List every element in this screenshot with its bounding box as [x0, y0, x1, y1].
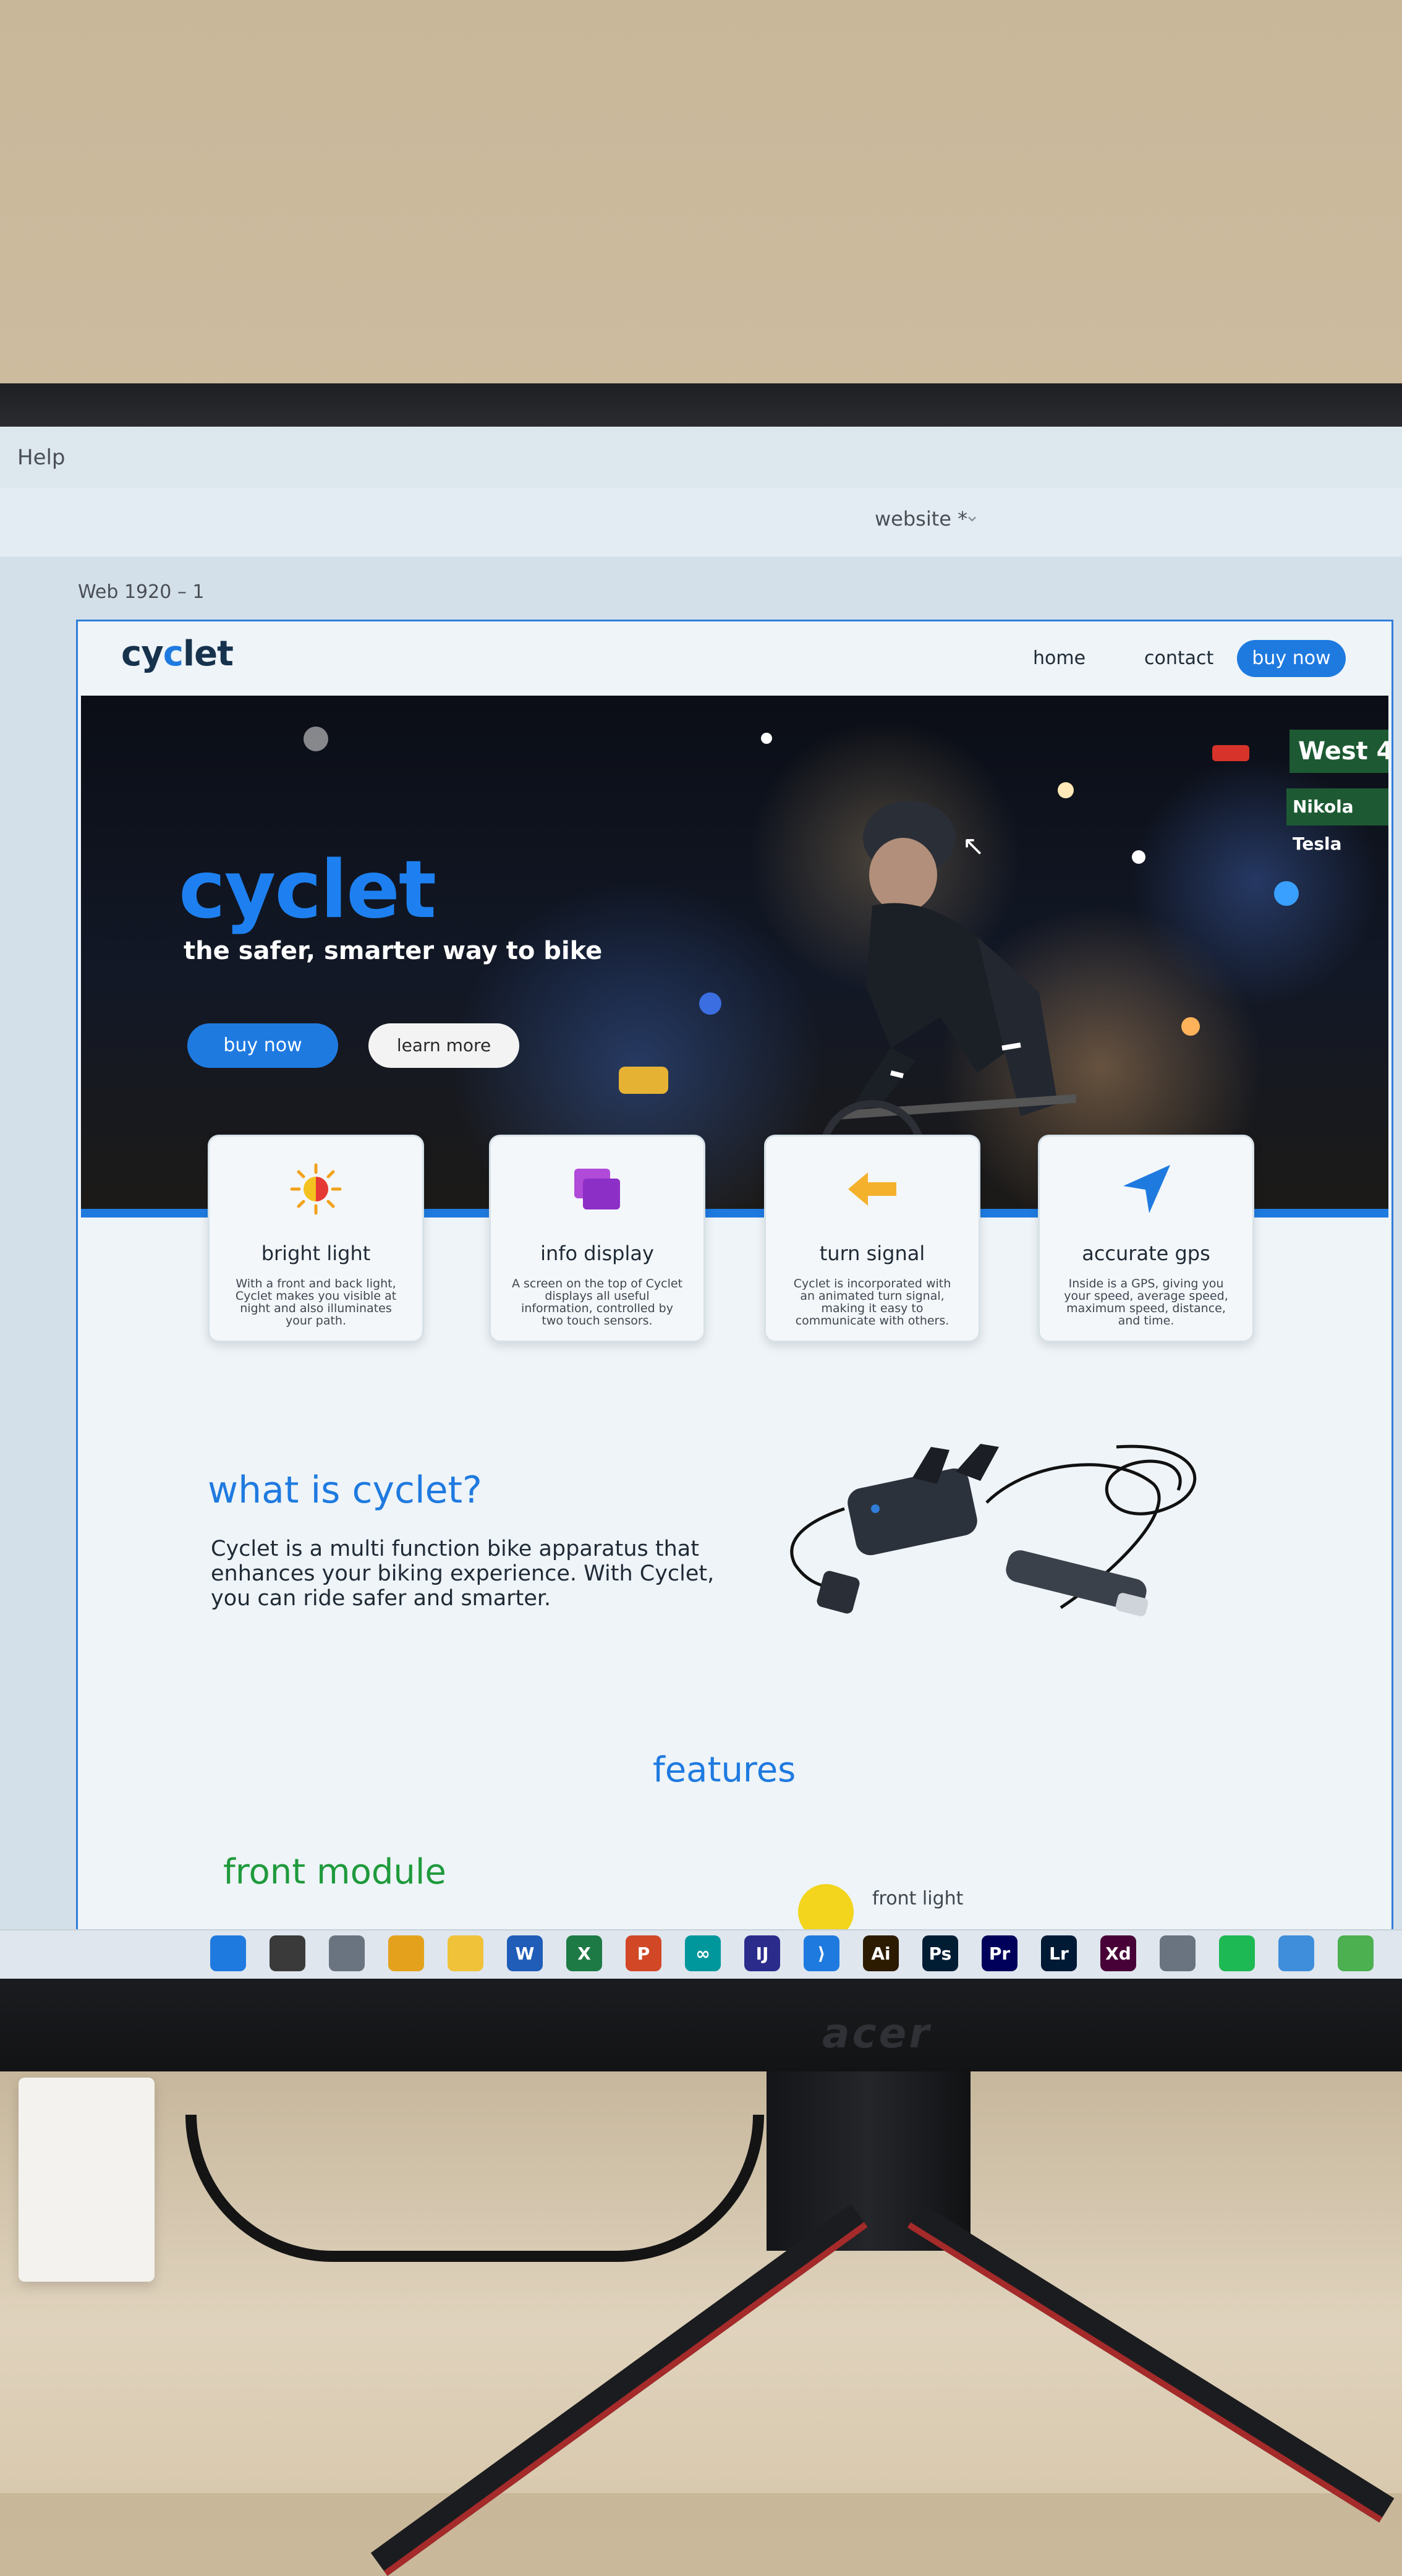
- power-strip: [19, 2078, 155, 2282]
- artboard-web[interactable]: cyclet home contact buy now West 4 Nikol…: [76, 620, 1393, 1929]
- artboard-label[interactable]: Web 1920 – 1: [78, 581, 204, 603]
- feature-title: info display: [540, 1242, 654, 1265]
- spotify-icon[interactable]: [1219, 1935, 1255, 1971]
- photoshop-icon[interactable]: Ps: [922, 1935, 958, 1971]
- hero-light-bokeh: [1274, 881, 1299, 906]
- intellij-icon[interactable]: IJ: [744, 1935, 780, 1971]
- arduino-ide-icon[interactable]: [1160, 1935, 1196, 1971]
- menu-item-help[interactable]: Help: [17, 445, 66, 470]
- notepad-icon[interactable]: [1278, 1935, 1314, 1971]
- cable: [185, 2115, 764, 2262]
- hero-red-sign: [1212, 745, 1249, 761]
- street-sign-secondary: Nikola Tesla: [1286, 788, 1388, 854]
- feature-description: With a front and back light, Cyclet make…: [235, 1277, 397, 1328]
- what-is-cyclet-body: Cyclet is a multi function bike apparatu…: [211, 1537, 715, 1611]
- feature-card-turn-signal[interactable]: turn signal Cyclet is incorporated with …: [764, 1135, 980, 1342]
- feature-title: bright light: [261, 1242, 371, 1265]
- chrome-icon[interactable]: [388, 1935, 424, 1971]
- front-light-icon: [798, 1884, 854, 1929]
- feature-card-bright-light[interactable]: bright light With a front and back light…: [208, 1135, 424, 1342]
- navigation-icon: [1040, 1161, 1252, 1217]
- nav-buy-now-button[interactable]: buy now: [1237, 640, 1346, 677]
- image-viewer-icon[interactable]: [1338, 1935, 1374, 1971]
- feature-description: Cyclet is incorporated with an animated …: [793, 1277, 951, 1328]
- nav-contact-link[interactable]: contact: [1144, 647, 1213, 669]
- menu-bar: Help: [0, 427, 1402, 488]
- hero-light-bokeh: [304, 727, 328, 751]
- hero-taxi: [619, 1067, 668, 1094]
- arrow-left-icon: [766, 1161, 979, 1217]
- features-heading: features: [653, 1750, 796, 1790]
- xd-icon[interactable]: Xd: [1100, 1935, 1136, 1971]
- windows-start-icon[interactable]: [210, 1935, 246, 1971]
- premiere-icon[interactable]: Pr: [982, 1935, 1018, 1971]
- hero-light-bokeh: [1181, 1017, 1200, 1036]
- cyclet-device-image: [790, 1444, 1197, 1616]
- nav-home-link[interactable]: home: [1033, 647, 1085, 669]
- hero-buy-now-button[interactable]: buy now: [187, 1023, 338, 1068]
- word-icon[interactable]: W: [507, 1935, 543, 1971]
- hero-learn-more-button[interactable]: learn more: [368, 1023, 519, 1068]
- lightroom-icon[interactable]: Lr: [1041, 1935, 1077, 1971]
- mouse-cursor-icon: ↖: [962, 830, 985, 862]
- excel-icon[interactable]: X: [566, 1935, 602, 1971]
- chevron-down-icon[interactable]: ⌄: [964, 505, 980, 526]
- feature-description: A screen on the top of Cyclet displays a…: [511, 1277, 683, 1328]
- street-sign: West 4: [1289, 730, 1388, 773]
- file-explorer-icon[interactable]: [448, 1935, 483, 1971]
- front-module-heading: front module: [223, 1852, 446, 1892]
- search-icon[interactable]: [270, 1935, 305, 1971]
- feature-card-accurate-gps[interactable]: accurate gps Inside is a GPS, giving you…: [1038, 1135, 1254, 1342]
- feature-title: accurate gps: [1082, 1242, 1210, 1265]
- logo-prefix: cy: [121, 634, 164, 674]
- feature-card-info-display[interactable]: info display A screen on the top of Cycl…: [489, 1135, 705, 1342]
- monitor-top-bezel: [0, 383, 1402, 427]
- task-view-icon[interactable]: [329, 1935, 365, 1971]
- vscode-icon[interactable]: ⟩: [804, 1935, 839, 1971]
- monitor-screen: Help website * ⌄ Web 1920 – 1 cyclet hom…: [0, 427, 1402, 1929]
- logo-suffix: let: [182, 634, 234, 674]
- sun-icon: [210, 1161, 422, 1217]
- hero-light-bokeh: [761, 733, 772, 744]
- front-light-label: front light: [872, 1888, 964, 1909]
- what-is-cyclet-heading: what is cyclet?: [208, 1469, 482, 1512]
- arduino-icon[interactable]: ∞: [685, 1935, 721, 1971]
- hero-title: cyclet: [179, 844, 436, 936]
- powerpoint-icon[interactable]: P: [626, 1935, 661, 1971]
- screens-icon: [491, 1161, 703, 1217]
- document-title-bar: website * ⌄: [0, 488, 1402, 558]
- hero-light-bokeh: [699, 992, 721, 1015]
- logo-accent: c: [163, 634, 184, 674]
- document-title[interactable]: website *: [875, 507, 967, 531]
- illustrator-icon[interactable]: Ai: [863, 1935, 899, 1971]
- feature-title: turn signal: [819, 1242, 925, 1265]
- monitor-bottom-bezel: [0, 1979, 1402, 2071]
- feature-description: Inside is a GPS, giving you your speed, …: [1064, 1277, 1228, 1328]
- hero-subtitle: the safer, smarter way to bike: [184, 937, 603, 965]
- hero-light-bokeh: [1132, 850, 1145, 864]
- site-logo[interactable]: cyclet: [121, 634, 234, 674]
- monitor-brand-logo: acer: [822, 2010, 932, 2057]
